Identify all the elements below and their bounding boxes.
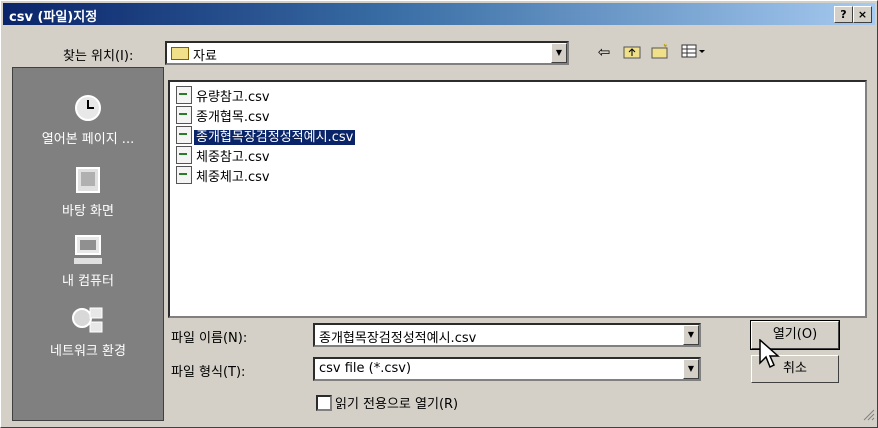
look-in-label: 찾는 위치(I): bbox=[63, 49, 134, 64]
cursor-arrow-icon bbox=[759, 338, 781, 373]
readonly-checkbox[interactable] bbox=[316, 395, 332, 411]
look-in-combo[interactable]: 자료 ▼ bbox=[165, 41, 569, 65]
filetype-select[interactable]: csv file (*.csv) ▼ bbox=[313, 357, 701, 381]
csv-file-icon bbox=[176, 146, 192, 164]
help-button[interactable]: ? bbox=[834, 6, 853, 23]
chevron-down-icon[interactable]: ▼ bbox=[683, 359, 699, 379]
filetype-value: csv file (*.csv) bbox=[319, 361, 412, 376]
dialog-title: csv (파일)지정 bbox=[9, 10, 98, 25]
csv-file-icon bbox=[176, 126, 192, 144]
list-item-selected[interactable]: 종개협목장검정성적예시.csv bbox=[176, 126, 356, 145]
folder-icon bbox=[171, 47, 189, 60]
places-bar: 열어본 페이지 ... 바탕 화면 내 컴퓨터 네트워크 환경 bbox=[12, 67, 164, 421]
close-button[interactable]: × bbox=[853, 6, 872, 23]
filename-value: 종개협목장검정성적예시.csv bbox=[319, 331, 477, 346]
look-in-value: 자료 bbox=[193, 49, 217, 64]
history-icon bbox=[68, 90, 108, 126]
place-label: 열어본 페이지 ... bbox=[41, 132, 135, 147]
desktop-icon bbox=[68, 162, 108, 198]
place-label: 내 컴퓨터 bbox=[62, 274, 114, 289]
csv-file-icon bbox=[176, 106, 192, 124]
place-desktop[interactable]: 바탕 화면 bbox=[13, 162, 163, 219]
filename-label: 파일 이름(N): bbox=[171, 331, 248, 346]
place-history[interactable]: 열어본 페이지 ... bbox=[13, 90, 163, 147]
open-file-dialog: csv (파일)지정 ? × 찾는 위치(I): 자료 ▼ ⇦ 열어본 페이지 … bbox=[0, 0, 878, 428]
place-label: 네트워크 환경 bbox=[50, 344, 126, 359]
place-my-computer[interactable]: 내 컴퓨터 bbox=[13, 232, 163, 289]
chevron-down-icon[interactable]: ▼ bbox=[551, 43, 567, 63]
list-item[interactable]: 종개협목.csv bbox=[176, 106, 272, 125]
view-menu-icon[interactable] bbox=[679, 43, 709, 61]
my-computer-icon bbox=[68, 232, 108, 268]
back-icon[interactable]: ⇦ bbox=[593, 43, 615, 61]
readonly-label: 읽기 전용으로 열기(R) bbox=[335, 397, 459, 412]
file-list[interactable]: 유량참고.csv 종개협목.csv 종개협목장검정성적예시.csv 체중참고.c… bbox=[168, 80, 867, 318]
list-item[interactable]: 유량참고.csv bbox=[176, 86, 272, 105]
list-item[interactable]: 체중체고.csv bbox=[176, 166, 272, 185]
up-folder-icon[interactable] bbox=[621, 43, 643, 61]
csv-file-icon bbox=[176, 166, 192, 184]
network-icon bbox=[68, 302, 108, 338]
new-folder-icon[interactable] bbox=[649, 43, 671, 61]
list-item[interactable]: 체중참고.csv bbox=[176, 146, 272, 165]
resize-grip-icon[interactable] bbox=[861, 407, 875, 425]
filename-input[interactable]: 종개협목장검정성적예시.csv ▼ bbox=[313, 323, 701, 347]
csv-file-icon bbox=[176, 86, 192, 104]
title-bar[interactable]: csv (파일)지정 ? × bbox=[3, 3, 875, 25]
filetype-label: 파일 형식(T): bbox=[171, 365, 246, 380]
place-label: 바탕 화면 bbox=[62, 204, 114, 219]
chevron-down-icon[interactable]: ▼ bbox=[683, 325, 699, 345]
place-network[interactable]: 네트워크 환경 bbox=[13, 302, 163, 359]
